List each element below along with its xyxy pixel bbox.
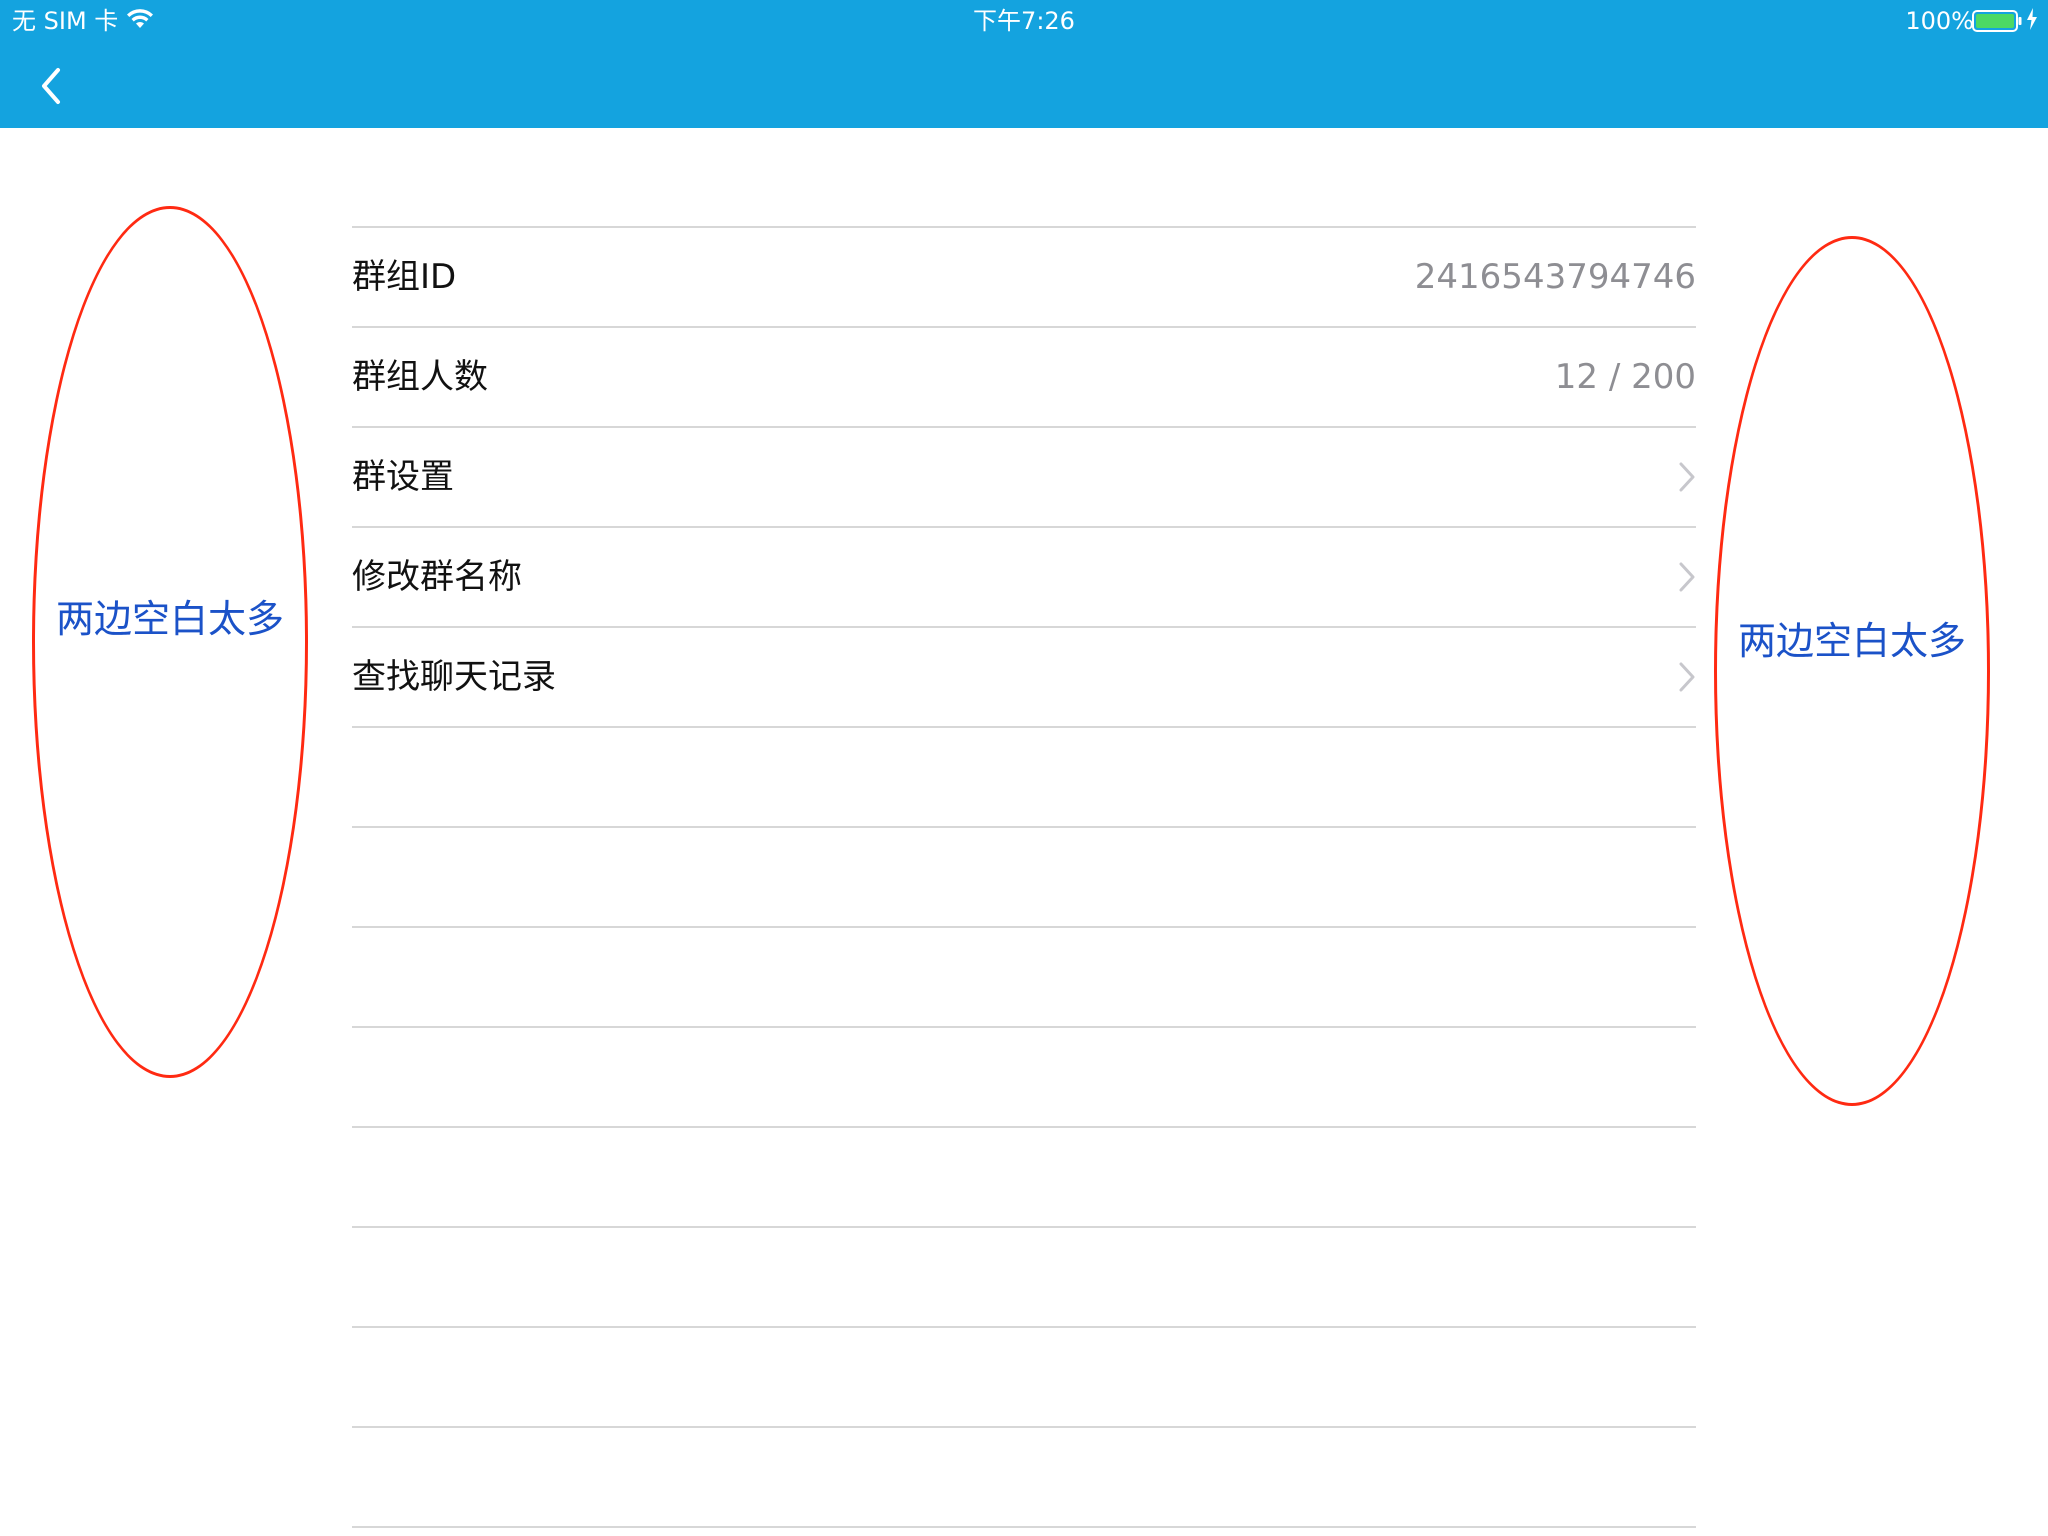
- row-label: 群组人数: [352, 357, 488, 397]
- row-separator: [352, 926, 1696, 928]
- row-separator: [352, 826, 1696, 828]
- row-separator: [352, 726, 1696, 728]
- chevron-right-icon: [1679, 562, 1695, 592]
- row-group-settings[interactable]: 群设置: [352, 428, 1696, 526]
- row-label: 修改群名称: [352, 557, 522, 597]
- status-time: 下午7:26: [973, 7, 1075, 35]
- charging-bolt-icon: [2026, 8, 2038, 30]
- row-separator: [352, 1226, 1696, 1228]
- group-id-value: 2416543794746: [1414, 257, 1696, 297]
- battery-full-icon: [1972, 10, 2022, 32]
- annotation-ellipse-right: [1714, 236, 1990, 1106]
- row-search-chat-history[interactable]: 查找聊天记录: [352, 628, 1696, 726]
- row-label: 群设置: [352, 457, 454, 497]
- row-group-id: 群组ID 2416543794746: [352, 228, 1696, 326]
- chevron-left-icon: [42, 68, 60, 104]
- row-separator: [352, 1526, 1696, 1528]
- chevron-right-icon: [1679, 662, 1695, 692]
- annotation-text-left: 两边空白太多: [55, 597, 284, 641]
- row-label: 查找聊天记录: [352, 657, 556, 697]
- row-rename-group[interactable]: 修改群名称: [352, 528, 1696, 626]
- row-separator: [352, 1026, 1696, 1028]
- member-count-value: 12 / 200: [1554, 357, 1696, 397]
- back-button[interactable]: [30, 56, 74, 116]
- row-separator: [352, 1326, 1696, 1328]
- row-group-member-count: 群组人数 12 / 200: [352, 328, 1696, 426]
- row-separator: [352, 1426, 1696, 1428]
- row-separator: [352, 1126, 1696, 1128]
- chevron-right-icon: [1679, 462, 1695, 492]
- battery-percent: 100%: [1905, 7, 1974, 35]
- row-label: 群组ID: [352, 257, 457, 297]
- group-info-screen: 无 SIM 卡 下午7:26 100% 群组ID 2416543794746 群…: [0, 0, 2048, 1536]
- annotation-text-right: 两边空白太多: [1737, 619, 1966, 663]
